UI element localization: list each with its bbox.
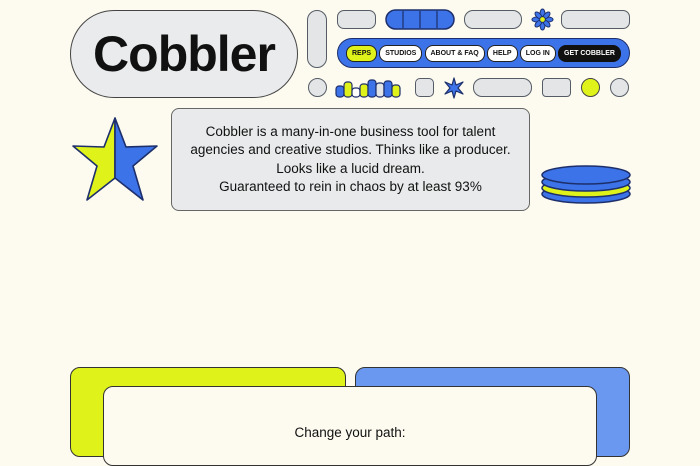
deco-pill bbox=[542, 78, 571, 97]
disk-stack-icon bbox=[541, 165, 631, 204]
deco-circle bbox=[610, 78, 629, 97]
change-path-panel: Change your path: bbox=[103, 386, 597, 466]
brand-logo[interactable]: Cobbler bbox=[70, 10, 298, 98]
deco-pill bbox=[415, 78, 434, 97]
asterisk-flower-icon bbox=[531, 8, 554, 31]
nav-help[interactable]: HELP bbox=[486, 44, 518, 62]
hero-line: agencies and creative studios. Thinks li… bbox=[190, 142, 511, 158]
sparkle-icon bbox=[444, 77, 464, 99]
brand-name: Cobbler bbox=[93, 26, 276, 82]
hero-description: Cobbler is a many-in-one business tool f… bbox=[171, 108, 530, 211]
deco-circle bbox=[308, 78, 327, 97]
deco-pill bbox=[464, 10, 522, 29]
hero-line: Guaranteed to rein in chaos by at least … bbox=[219, 178, 482, 194]
nav-studios[interactable]: STUDIOS bbox=[379, 44, 423, 62]
star-burst-icon bbox=[72, 117, 158, 201]
get-cobbler-button[interactable]: GET COBBLER bbox=[558, 44, 621, 62]
main-nav: REPS STUDIOS ABOUT & FAQ HELP LOG IN GET… bbox=[337, 38, 630, 68]
deco-yellow-dot bbox=[581, 78, 600, 97]
hero-line: Cobbler is a many-in-one business tool f… bbox=[205, 124, 496, 139]
deco-pill bbox=[337, 10, 376, 29]
nav-about-faq[interactable]: ABOUT & FAQ bbox=[424, 44, 485, 62]
bar-graph-icon bbox=[335, 79, 401, 98]
deco-vertical-pill bbox=[307, 10, 327, 68]
hero-line: Looks like a lucid dream. bbox=[276, 160, 425, 176]
nav-reps[interactable]: REPS bbox=[346, 44, 378, 62]
deco-pill bbox=[561, 10, 630, 29]
nav-log-in[interactable]: LOG IN bbox=[519, 44, 556, 62]
deco-pill bbox=[473, 78, 532, 97]
blue-loops-icon bbox=[385, 9, 455, 30]
